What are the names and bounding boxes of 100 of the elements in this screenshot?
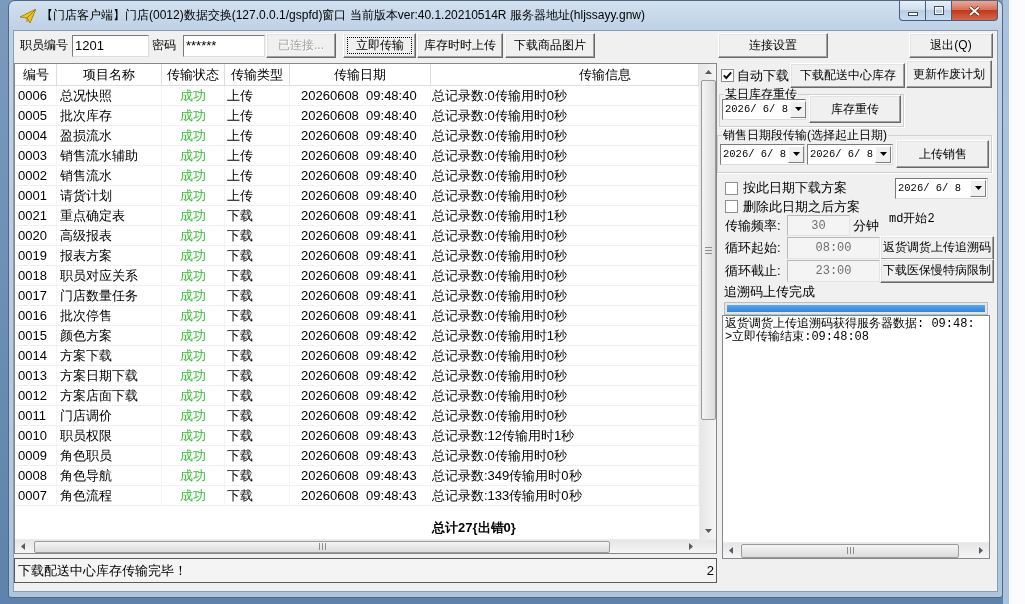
table-cell: 报表方案 [57, 246, 162, 266]
table-cell: 总记录数:0传输用时0秒 [431, 406, 699, 426]
input-field[interactable]: ****** [183, 34, 265, 57]
toolbar-button[interactable]: 库存时时上传 [417, 33, 503, 58]
table-cell: 下载 [225, 406, 290, 426]
table-cell: 下载 [225, 426, 290, 446]
toolbar-button[interactable]: 退出(Q) [909, 33, 993, 58]
action-button[interactable]: 下载配送中心库存 [790, 63, 905, 88]
date-field[interactable]: 2026/ 6/ 8 [722, 98, 806, 120]
table-cell: 0012 [15, 386, 57, 406]
table-cell: 0003 [15, 146, 57, 166]
table-cell: 重点确定表 [57, 206, 162, 226]
table-cell: 成功 [162, 246, 225, 266]
table-cell: 成功 [162, 426, 225, 446]
table-cell: 方案店面下载 [57, 386, 162, 406]
scrollbar-thumb[interactable] [700, 80, 716, 420]
table-cell: 上传 [225, 166, 290, 186]
dropdown-button[interactable] [790, 100, 806, 118]
checkbox[interactable] [725, 181, 738, 195]
maximize-button[interactable] [925, 1, 952, 21]
checkbox-label: 按此日期下载方案 [743, 179, 847, 197]
table-cell: 上传 [225, 106, 290, 126]
checkbox[interactable] [725, 200, 738, 213]
total-label: 总计27{出错0} [431, 519, 517, 537]
table-cell: 0020 [15, 226, 57, 246]
table-cell: 总记录数:0传输用时0秒 [431, 226, 699, 246]
toolbar-button[interactable]: 立即传输 [343, 33, 416, 58]
close-icon [969, 5, 980, 16]
table-cell: 下载 [225, 386, 290, 406]
dropdown-button[interactable] [875, 145, 891, 163]
table-cell: 颜色方案 [57, 326, 162, 346]
column-header: 传输状态 [162, 64, 225, 86]
table-cell: 20260608 09:48:40 [290, 86, 431, 106]
dropdown-button[interactable] [970, 179, 986, 197]
horizontal-scrollbar[interactable] [15, 539, 716, 553]
table-cell: 下载 [225, 266, 290, 286]
action-button[interactable]: 下载医保慢特病限制 [880, 258, 994, 283]
date-field[interactable]: 2026/ 6/ 8 [807, 143, 893, 165]
caret-icon[interactable] [794, 107, 802, 111]
field-label: 循环起始: [725, 238, 782, 257]
table-cell: 下载 [225, 486, 290, 506]
arrow-left-icon[interactable] [21, 543, 25, 550]
scrollbar-thumb[interactable] [34, 540, 610, 553]
table-cell: 成功 [162, 166, 225, 186]
action-button[interactable]: 更新作废计划 [906, 60, 992, 88]
input-field[interactable]: 1201 [72, 34, 149, 57]
table-cell: 总记录数:0传输用时0秒 [431, 186, 699, 206]
date-field[interactable]: 2026/ 6/ 8 [895, 177, 988, 199]
table-cell: 成功 [162, 386, 225, 406]
toolbar-button[interactable]: 下载商品图片 [505, 33, 595, 58]
log-box[interactable]: 返货调货上传追溯码获得服务器数据: 09:48: >立即传输结束:09:48:08 [722, 315, 990, 559]
dropdown-button[interactable] [788, 145, 804, 163]
table-cell: 0017 [15, 286, 57, 306]
table-cell: 成功 [162, 226, 225, 246]
table-cell: 0014 [15, 346, 57, 366]
horizontal-scrollbar[interactable] [723, 542, 989, 558]
table-cell: 上传 [225, 86, 290, 106]
caret-icon[interactable] [792, 152, 800, 156]
table-cell: 0002 [15, 166, 57, 186]
field-label: 密码 [152, 37, 176, 54]
date-field[interactable]: 2026/ 6/ 8 [720, 143, 805, 165]
maximize-icon [933, 6, 944, 15]
table-cell: 上传 [225, 146, 290, 166]
table-cell: 盈损流水 [57, 126, 162, 146]
table-cell: 成功 [162, 186, 225, 206]
vertical-scrollbar[interactable] [699, 64, 716, 539]
table-cell: 上传 [225, 186, 290, 206]
table-cell: 职员权限 [57, 426, 162, 446]
caret-icon[interactable] [974, 186, 982, 190]
table-cell: 成功 [162, 446, 225, 466]
checkbox-label: 自动下载 [737, 66, 789, 85]
action-button[interactable]: 上传销售 [896, 140, 989, 168]
table-cell: 成功 [162, 406, 225, 426]
table-cell: 0005 [15, 106, 57, 126]
scrollbar-thumb[interactable] [741, 543, 959, 558]
table-cell: 成功 [162, 486, 225, 506]
arrow-right-icon[interactable] [689, 543, 693, 550]
close-button[interactable] [951, 1, 998, 21]
minimize-button[interactable] [899, 1, 926, 21]
caret-icon[interactable] [879, 152, 887, 156]
table-cell: 总记录数:133传输用时0秒 [431, 486, 699, 506]
table-cell: 成功 [162, 106, 225, 126]
arrow-left-icon[interactable] [729, 547, 733, 554]
table-cell: 20260608 09:48:41 [290, 206, 431, 226]
table-cell: 成功 [162, 466, 225, 486]
checkbox[interactable] [721, 69, 734, 82]
note-text: md开始2 [889, 211, 935, 227]
arrow-up-icon[interactable] [704, 70, 712, 74]
arrow-down-icon[interactable] [704, 529, 712, 533]
table-cell: 成功 [162, 306, 225, 326]
table-cell: 下载 [225, 346, 290, 366]
table-cell: 下载 [225, 206, 290, 226]
table-cell: 总记录数:0传输用时0秒 [431, 106, 699, 126]
arrow-right-icon[interactable] [979, 547, 983, 554]
table-cell: 方案下载 [57, 346, 162, 366]
table-cell: 下载 [225, 366, 290, 386]
toolbar-button[interactable]: 连接设置 [718, 33, 828, 58]
table-cell: 0006 [15, 86, 57, 106]
action-button[interactable]: 库存重传 [809, 95, 901, 123]
action-button[interactable]: 返货调货上传追溯码 [880, 235, 994, 260]
